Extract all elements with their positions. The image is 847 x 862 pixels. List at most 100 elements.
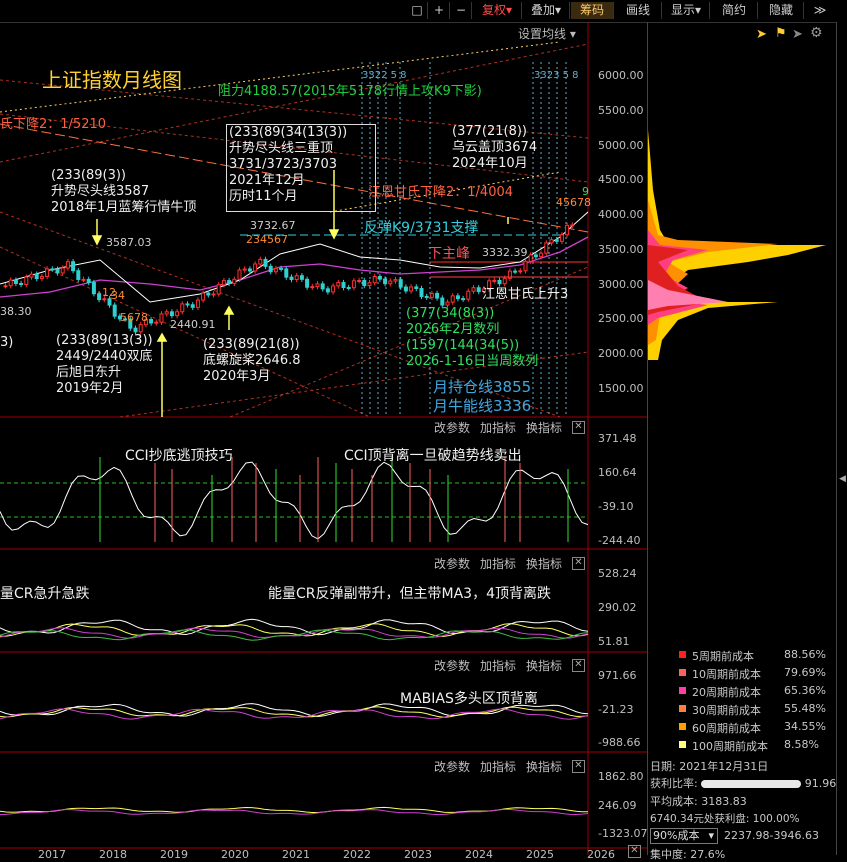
spiral-line1: 底螺旋桨2646.8: [203, 353, 301, 368]
candle-body: [76, 270, 81, 280]
series-line3: 2026-1-16日当周数列: [406, 354, 539, 369]
display-button[interactable]: 显示▾: [663, 2, 710, 19]
cr-note-2: 能量CR反弹副带升，但主带MA3，4顶背离跌: [268, 586, 551, 602]
candle-body: [91, 282, 96, 295]
candle-body: [388, 280, 393, 285]
cr-swap-indicator-button[interactable]: 换指标: [526, 555, 562, 572]
legend-value: 79.69%: [784, 666, 826, 679]
minus-icon[interactable]: −: [451, 2, 472, 19]
date-row: 日期: 2021年12月31日: [650, 758, 768, 774]
cci-close-icon[interactable]: ✕: [572, 421, 585, 434]
cr-close-icon[interactable]: ✕: [572, 557, 585, 570]
top-2018-line1: 升势尽头线3587: [51, 184, 150, 199]
avg-cost-label: 平均成本:: [650, 795, 698, 808]
candle-body: [164, 311, 169, 315]
candle-body: [185, 303, 190, 306]
vol-close-icon[interactable]: ✕: [572, 760, 585, 773]
candle-body: [19, 282, 24, 285]
monthly-lines-note: 月持仓线3855 月牛能线3336: [433, 378, 531, 416]
candle-body: [424, 295, 429, 298]
triple-top-title: (233(89(34(13(3)): [229, 125, 348, 140]
candle-body: [8, 279, 13, 287]
cci-add-indicator-button[interactable]: 加指标: [480, 419, 516, 436]
candle-body: [383, 278, 388, 285]
candle-body: [133, 327, 138, 333]
profit-ratio-label: 获利比率:: [650, 777, 698, 790]
cci-swap-indicator-button[interactable]: 换指标: [526, 419, 562, 436]
candle-body: [305, 278, 310, 288]
spiral-note: (233(89(21(8)) 底螺旋桨2646.8 2020年3月: [203, 337, 301, 385]
date-label: 日期:: [650, 760, 676, 773]
candle-body: [263, 258, 268, 267]
legend-swatch: [679, 705, 686, 712]
avg-cost-value: 3183.83: [701, 795, 747, 808]
chips-button[interactable]: 筹码: [571, 2, 614, 19]
vol-add-indicator-button[interactable]: 加指标: [480, 758, 516, 775]
left-series-fragment: 3): [0, 335, 14, 350]
candle-body: [3, 285, 8, 288]
vol-swap-indicator-button[interactable]: 换指标: [526, 758, 562, 775]
mabias-swap-indicator-button[interactable]: 换指标: [526, 657, 562, 674]
candle-body: [450, 295, 455, 303]
expand-icon[interactable]: ◀: [839, 474, 846, 484]
square-icon[interactable]: □: [407, 2, 428, 19]
top-2018-line2: 2018年1月蓝筹行情牛顶: [51, 200, 197, 215]
mabias-edit-params-button[interactable]: 改参数: [434, 657, 470, 674]
cr-add-indicator-button[interactable]: 加指标: [480, 555, 516, 572]
y-tick-label: 2000.00: [598, 347, 644, 361]
vol-edit-params-button[interactable]: 改参数: [434, 758, 470, 775]
candle-body: [398, 279, 403, 288]
draw-line-button[interactable]: 画线: [615, 2, 662, 19]
candle-body: [216, 284, 221, 295]
mabias-add-indicator-button[interactable]: 加指标: [480, 657, 516, 674]
candle-body: [24, 276, 29, 285]
seq-count-top: 45678: [556, 196, 591, 209]
legend-swatch: [679, 687, 686, 694]
cycle-label-2: 3323 5 8: [534, 70, 579, 81]
mabias-close-icon[interactable]: ✕: [572, 659, 585, 672]
close-icon[interactable]: ✕: [628, 845, 641, 858]
candle-body: [461, 298, 466, 301]
candle-body: [39, 276, 44, 280]
y-tick-label: 246.09: [598, 798, 637, 812]
lower-peak-label: 下主峰: [428, 246, 470, 262]
candle-body: [29, 273, 34, 278]
dark-cloud-note: (377(21(8)) 乌云盖顶3674 2024年10月: [452, 124, 537, 172]
candle-body: [289, 276, 294, 281]
candle-body: [299, 275, 304, 280]
candle-body: [13, 279, 18, 284]
candle-body: [195, 299, 200, 308]
gann-down-label-2: 江恩甘氏下降2：1/4004: [368, 185, 514, 200]
candle-body: [492, 279, 497, 282]
simple-button[interactable]: 简约: [711, 2, 758, 19]
hide-button[interactable]: 隐藏: [759, 2, 804, 19]
candle-body: [60, 267, 65, 274]
candle-body: [237, 269, 242, 280]
candle-body: [351, 280, 356, 289]
flag-icon[interactable]: ⚑: [775, 26, 787, 41]
candle-body: [221, 280, 226, 286]
toolbar: □ + − 复权▾ 叠加▾ 筹码 画线 显示▾ 简约 隐藏 ≫: [0, 0, 847, 23]
legend-value: 34.55%: [784, 720, 826, 733]
candle-body: [50, 268, 55, 271]
cci-note-2: CCI顶背离一旦破趋势线卖出: [344, 448, 522, 464]
gear-icon[interactable]: ⚙: [810, 25, 823, 41]
candle-body: [544, 242, 549, 254]
plus-icon[interactable]: +: [429, 2, 450, 19]
fuquan-button[interactable]: 复权▾: [473, 2, 522, 19]
chart-title: 上证指数月线图: [42, 68, 182, 92]
fast-forward-button[interactable]: ≫: [805, 2, 835, 19]
month-hold-line-label: 月持仓线3855: [433, 378, 532, 396]
legend-swatch: [679, 669, 686, 676]
cci-edit-params-button[interactable]: 改参数: [434, 419, 470, 436]
y-tick-label: -244.40: [598, 534, 641, 547]
candle-body: [175, 311, 180, 317]
cr-edit-params-button[interactable]: 改参数: [434, 555, 470, 572]
cost-select[interactable]: 90%成本 ▾: [650, 828, 718, 844]
overlay-button[interactable]: 叠加▾: [523, 2, 570, 19]
series-title: (377(34(8(3)): [406, 306, 495, 321]
candle-body: [253, 263, 258, 272]
spiral-line2: 2020年3月: [203, 369, 271, 384]
candle-body: [149, 319, 154, 324]
candle-body: [466, 290, 471, 300]
